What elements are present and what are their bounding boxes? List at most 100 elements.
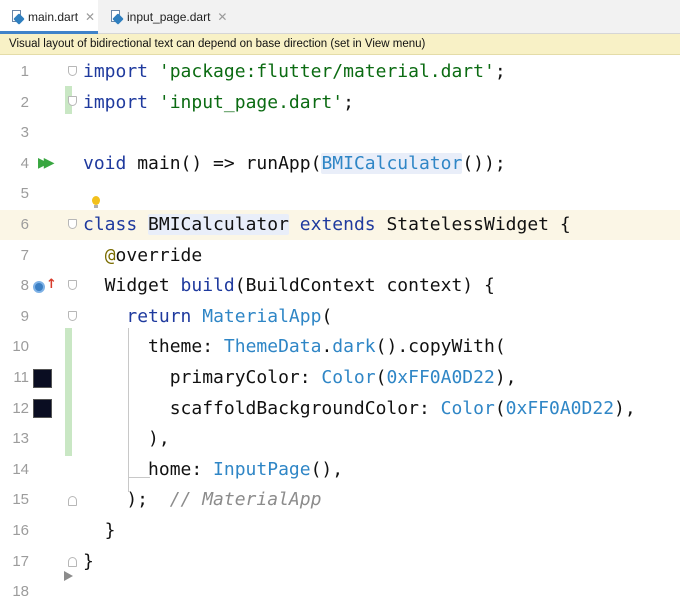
line-number: 13 <box>12 430 29 448</box>
fold-marker-icon[interactable] <box>68 311 77 321</box>
code-token: ThemeData <box>223 336 322 358</box>
code-token: BMICalculator <box>321 152 463 174</box>
code-token: ), <box>83 428 170 450</box>
code-token: scaffoldBackgroundColor: <box>83 397 441 419</box>
line-number: 11 <box>13 369 29 386</box>
code-text[interactable]: ), <box>83 424 170 454</box>
code-token: 0xFF0A0D22 <box>505 397 615 419</box>
line-number: 18 <box>12 583 29 601</box>
code-text[interactable]: } <box>83 547 94 577</box>
code-token: ; <box>494 61 506 82</box>
code-token: 'input_page.dart' <box>158 91 344 113</box>
code-line[interactable]: 5 <box>0 179 680 209</box>
code-line[interactable]: 9 return MaterialApp( <box>0 302 680 332</box>
code-token: ( <box>375 367 387 388</box>
code-token: ( <box>494 397 506 419</box>
fold-collapse-icon[interactable] <box>64 571 73 581</box>
code-token: void <box>83 152 127 174</box>
fold-marker-icon[interactable] <box>68 219 77 229</box>
editor-tab-bar: main.dart ✕ input_page.dart ✕ <box>0 0 680 34</box>
code-line[interactable]: 6 class BMICalculator extends StatelessWi… <box>0 210 680 240</box>
code-text[interactable]: import 'input_page.dart'; <box>83 88 354 118</box>
tab-label: main.dart <box>28 9 79 24</box>
code-token: } <box>83 550 94 572</box>
code-token: override <box>115 244 203 266</box>
fold-marker-icon[interactable] <box>68 66 77 76</box>
code-line[interactable]: 2 import 'input_page.dart'; <box>0 88 680 118</box>
code-text[interactable]: scaffoldBackgroundColor: Color(0xFF0A0D2… <box>83 394 636 424</box>
lightbulb-icon[interactable] <box>92 196 100 208</box>
fold-marker-icon[interactable] <box>68 557 77 567</box>
line-number: 2 <box>20 93 29 111</box>
color-swatch-scaffold[interactable] <box>33 399 52 418</box>
code-token: import <box>83 91 149 113</box>
line-number: 6 <box>20 216 29 233</box>
code-token: 0xFF0A0D22 <box>386 367 495 388</box>
code-line[interactable]: 16 } <box>0 516 680 546</box>
code-token: InputPage <box>213 458 311 480</box>
code-token: extends <box>299 214 376 235</box>
code-text[interactable]: return MaterialApp( <box>83 302 332 332</box>
code-line[interactable]: 1 import 'package:flutter/material.dart'; <box>0 57 680 87</box>
code-token: 'package:flutter/material.dart' <box>158 61 495 82</box>
code-line[interactable]: 10 theme: ThemeData.dark().copyWith( <box>0 332 680 362</box>
code-line[interactable]: 3 <box>0 118 680 148</box>
line-number: 1 <box>20 63 29 80</box>
code-token: BMICalculator <box>148 214 289 235</box>
code-token: build <box>180 275 235 297</box>
code-text[interactable]: class BMICalculator extends StatelessWid… <box>83 210 571 240</box>
code-token: main() => runApp( <box>126 152 322 174</box>
code-token: import <box>83 61 149 82</box>
code-text[interactable]: Widget build(BuildContext context) { <box>83 271 495 301</box>
code-line[interactable]: 12 scaffoldBackgroundColor: Color(0xFF0A… <box>0 394 680 424</box>
code-line[interactable]: 15 ); // MaterialApp <box>0 485 680 515</box>
close-tab-icon[interactable]: ✕ <box>217 10 227 24</box>
code-text[interactable]: } <box>83 516 116 546</box>
code-line[interactable]: 13 ), <box>0 424 680 454</box>
fold-marker-icon[interactable] <box>68 280 77 290</box>
tab-main-dart[interactable]: main.dart ✕ <box>0 0 98 34</box>
code-line[interactable]: 8 Widget build(BuildContext context) { <box>0 271 680 301</box>
line-number: 16 <box>12 522 29 539</box>
code-text[interactable]: ); // MaterialApp <box>83 485 321 515</box>
code-text[interactable]: theme: ThemeData.dark().copyWith( <box>83 332 506 362</box>
tab-label: input_page.dart <box>127 9 211 24</box>
code-text[interactable]: @override <box>83 241 203 271</box>
vcs-change-marker[interactable] <box>65 328 72 456</box>
line-number: 4 <box>20 154 29 172</box>
line-number: 5 <box>20 185 29 203</box>
code-line[interactable]: 18 <box>0 577 680 607</box>
indent-guide <box>128 477 150 478</box>
tab-input-page-dart[interactable]: input_page.dart ✕ <box>100 0 228 33</box>
banner-text: Visual layout of bidirectional text can … <box>9 38 426 50</box>
code-editor[interactable]: 18 17} 16 } 15 ); // MaterialApp 14 home: In… <box>0 56 680 602</box>
code-token: (), <box>310 458 344 480</box>
code-token: MaterialApp <box>202 305 322 327</box>
code-line[interactable]: 7 @override <box>0 241 680 271</box>
code-line[interactable]: 14 home: InputPage(), <box>0 455 680 485</box>
code-token: ; <box>343 91 354 113</box>
color-swatch-primary[interactable] <box>33 369 52 388</box>
code-text[interactable]: import 'package:flutter/material.dart'; <box>83 57 506 87</box>
dart-file-icon <box>11 10 25 25</box>
code-token: // MaterialApp <box>169 489 322 511</box>
code-token: Color <box>440 397 495 419</box>
line-number: 15 <box>12 491 29 509</box>
code-line[interactable]: 11 primaryColor: Color(0xFF0A0D22), <box>0 363 680 393</box>
code-token: ), <box>614 397 636 419</box>
code-token: ().copyWith( <box>375 336 506 358</box>
code-line[interactable]: 17} <box>0 547 680 577</box>
code-token: (BuildContext context) { <box>234 275 495 297</box>
code-text[interactable]: primaryColor: Color(0xFF0A0D22), <box>83 363 517 393</box>
run-icon[interactable]: ▶▶ <box>38 148 54 178</box>
fold-marker-icon[interactable] <box>68 496 77 506</box>
code-line[interactable]: 4 void main() => runApp(BMICalculator()); <box>0 149 680 179</box>
code-text[interactable]: void main() => runApp(BMICalculator()); <box>83 149 506 179</box>
line-number: 7 <box>20 246 29 264</box>
close-tab-icon[interactable]: ✕ <box>85 10 95 24</box>
code-text[interactable]: home: InputPage(), <box>83 455 343 485</box>
override-method-icon[interactable] <box>33 281 45 293</box>
fold-marker-icon[interactable] <box>68 96 77 106</box>
